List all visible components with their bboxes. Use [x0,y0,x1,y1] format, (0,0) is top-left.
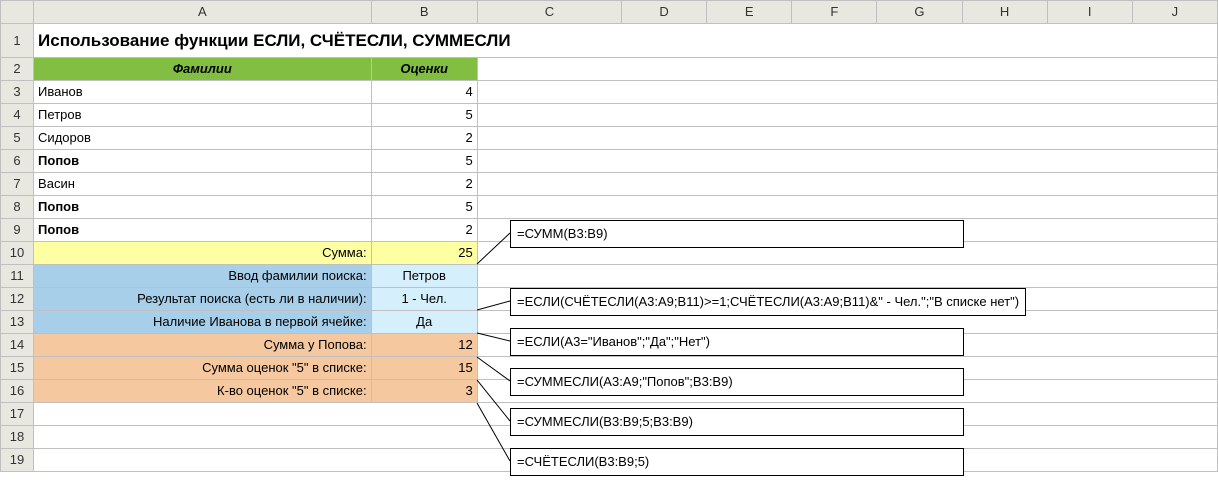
row-header-12[interactable]: 12 [1,288,34,311]
cell-B7[interactable]: 2 [371,173,477,196]
col-header-G[interactable]: G [877,1,962,24]
cell-A9[interactable]: Попов [34,219,372,242]
row-4: 4 Петров 5 [1,104,1218,127]
cell-A2-header[interactable]: Фамилии [34,58,372,81]
callout-countif-formula: =ЕСЛИ(СЧЁТЕСЛИ(A3:A9;B11)>=1;СЧЁТЕСЛИ(A3… [510,288,1026,316]
row-header-14[interactable]: 14 [1,334,34,357]
cell-A11-search-label[interactable]: Ввод фамилии поиска: [34,265,372,288]
row-header-19[interactable]: 19 [1,449,34,472]
row-8: 8 Попов 5 [1,196,1218,219]
cell-B3[interactable]: 4 [371,81,477,104]
cell-B4[interactable]: 5 [371,104,477,127]
cell-C4-blank[interactable] [477,104,1217,127]
cell-A5[interactable]: Сидоров [34,127,372,150]
col-header-F[interactable]: F [792,1,877,24]
cell-B14-popov-value[interactable]: 12 [371,334,477,357]
cell-C6-blank[interactable] [477,150,1217,173]
row-1: 1 Использование функции ЕСЛИ, СЧЁТЕСЛИ, … [1,24,1218,58]
cell-B12-result-value[interactable]: 1 - Чел. [371,288,477,311]
row-11: 11 Ввод фамилии поиска: Петров [1,265,1218,288]
cell-C2-blank[interactable] [477,58,1217,81]
cell-B8[interactable]: 5 [371,196,477,219]
row-header-8[interactable]: 8 [1,196,34,219]
row-header-7[interactable]: 7 [1,173,34,196]
cell-B11-search-value[interactable]: Петров [371,265,477,288]
cell-B16-countfives-value[interactable]: 3 [371,380,477,403]
corner-cell[interactable] [1,1,34,24]
row-header-10[interactable]: 10 [1,242,34,265]
cell-A15-sumfives-label[interactable]: Сумма оценок "5" в списке: [34,357,372,380]
cell-C5-blank[interactable] [477,127,1217,150]
row-header-18[interactable]: 18 [1,426,34,449]
row-5: 5 Сидоров 2 [1,127,1218,150]
cell-A14-popov-label[interactable]: Сумма у Попова: [34,334,372,357]
cell-B10-sum-value[interactable]: 25 [371,242,477,265]
row-header-5[interactable]: 5 [1,127,34,150]
row-3: 3 Иванов 4 [1,81,1218,104]
cell-A13-ivanov-label[interactable]: Наличие Иванова в первой ячейке: [34,311,372,334]
row-header-15[interactable]: 15 [1,357,34,380]
cell-A1-title[interactable]: Использование функции ЕСЛИ, СЧЁТЕСЛИ, СУ… [34,24,1218,58]
callout-if-ivanov-formula: =ЕСЛИ(A3="Иванов";"Да";"Нет") [510,328,964,356]
col-header-B[interactable]: B [371,1,477,24]
cell-B9[interactable]: 2 [371,219,477,242]
col-header-I[interactable]: I [1047,1,1132,24]
cell-A12-result-label[interactable]: Результат поиска (есть ли в наличии): [34,288,372,311]
row-header-1[interactable]: 1 [1,24,34,58]
cell-C7-blank[interactable] [477,173,1217,196]
spreadsheet-area: A B C D E F G H I J 1 Использование функ… [0,0,1218,502]
row-header-2[interactable]: 2 [1,58,34,81]
row-header-17[interactable]: 17 [1,403,34,426]
col-header-E[interactable]: E [707,1,792,24]
cell-B5[interactable]: 2 [371,127,477,150]
cell-C3-blank[interactable] [477,81,1217,104]
row-header-3[interactable]: 3 [1,81,34,104]
row-header-6[interactable]: 6 [1,150,34,173]
cell-A10-sum-label[interactable]: Сумма: [34,242,372,265]
callout-sum-formula: =СУММ(B3:B9) [510,220,964,248]
cell-A8[interactable]: Попов [34,196,372,219]
col-header-D[interactable]: D [622,1,707,24]
callout-countif-fives-formula: =СЧЁТЕСЛИ(B3:B9;5) [510,448,964,476]
row-6: 6 Попов 5 [1,150,1218,173]
row-header-16[interactable]: 16 [1,380,34,403]
row-header-9[interactable]: 9 [1,219,34,242]
column-header-row: A B C D E F G H I J [1,1,1218,24]
col-header-J[interactable]: J [1132,1,1217,24]
row-header-11[interactable]: 11 [1,265,34,288]
cell-B13-ivanov-value[interactable]: Да [371,311,477,334]
cell-A7[interactable]: Васин [34,173,372,196]
cell-C8-blank[interactable] [477,196,1217,219]
callout-sumif-fives-formula: =СУММЕСЛИ(B3:B9;5;B3:B9) [510,408,964,436]
col-header-C[interactable]: C [477,1,621,24]
row-header-4[interactable]: 4 [1,104,34,127]
cell-B2-header[interactable]: Оценки [371,58,477,81]
cell-A3[interactable]: Иванов [34,81,372,104]
cell-B15-sumfives-value[interactable]: 15 [371,357,477,380]
cell-C11-blank[interactable] [477,265,1217,288]
col-header-H[interactable]: H [962,1,1047,24]
col-header-A[interactable]: A [34,1,372,24]
callout-sumif-popov-formula: =СУММЕСЛИ(A3:A9;"Попов";B3:B9) [510,368,964,396]
cell-B6[interactable]: 5 [371,150,477,173]
row-7: 7 Васин 2 [1,173,1218,196]
row-header-13[interactable]: 13 [1,311,34,334]
cell-A4[interactable]: Петров [34,104,372,127]
row-2: 2 Фамилии Оценки [1,58,1218,81]
cell-A6[interactable]: Попов [34,150,372,173]
cell-A16-countfives-label[interactable]: К-во оценок "5" в списке: [34,380,372,403]
